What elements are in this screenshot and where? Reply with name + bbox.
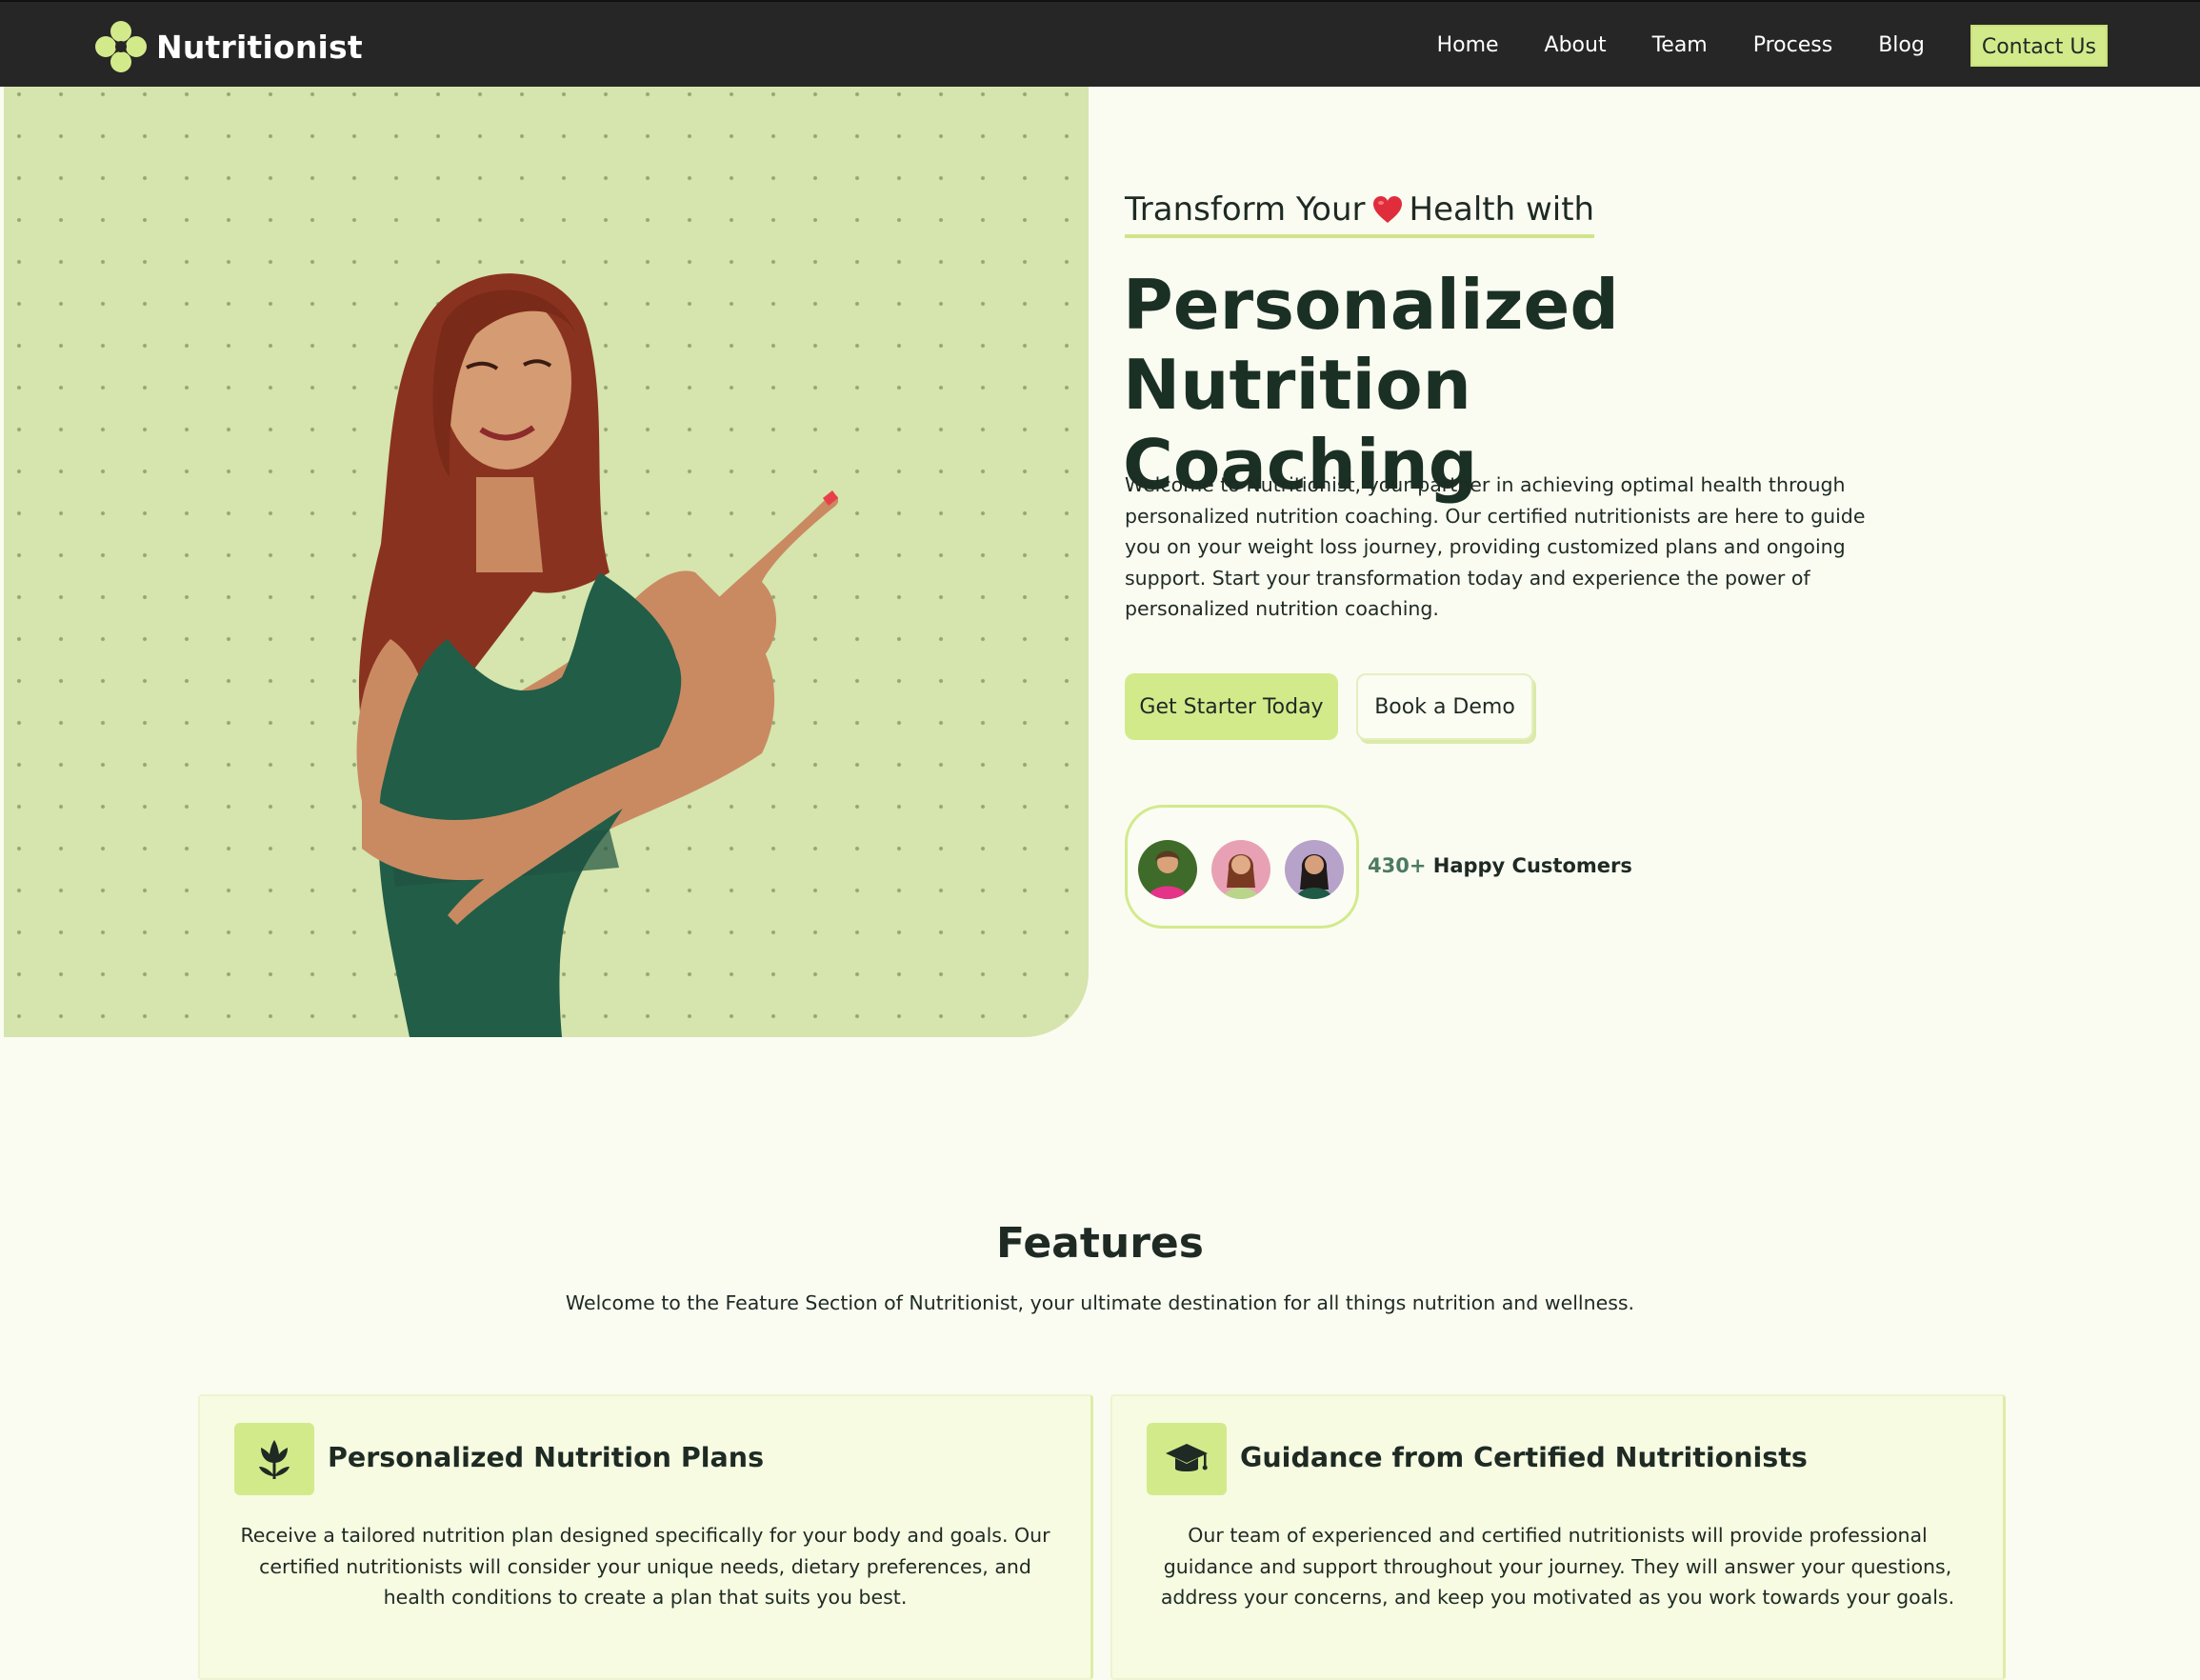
customer-avatar bbox=[1138, 840, 1197, 899]
feature-card-title: Personalized Nutrition Plans bbox=[328, 1442, 765, 1473]
hero-eyebrow: Transform Your Health with bbox=[1125, 190, 1595, 238]
hero-description: Welcome to Nutritionist, your partner in… bbox=[1125, 473, 1866, 620]
hero-title-line-1: Personalized Nutrition bbox=[1123, 265, 1619, 425]
customer-avatar bbox=[1285, 840, 1344, 899]
feature-card-text: Receive a tailored nutrition plan design… bbox=[240, 1524, 1050, 1609]
feature-card: Guidance from Certified Nutritionists Ou… bbox=[1110, 1394, 2006, 1680]
feature-card-text: Our team of experienced and certified nu… bbox=[1160, 1524, 1955, 1609]
happy-customers-text: 430+ Happy Customers bbox=[1368, 854, 1632, 877]
feature-icon-box bbox=[234, 1423, 314, 1495]
customers-count: 430+ bbox=[1368, 854, 1427, 877]
nav-link-about[interactable]: About bbox=[1545, 25, 1607, 67]
top-navbar: Nutritionist Home About Team Process Blo… bbox=[0, 0, 2200, 87]
feature-icon-box bbox=[1147, 1423, 1227, 1495]
eyebrow-text-start: Transform Your bbox=[1125, 190, 1366, 229]
customer-avatar bbox=[1211, 840, 1270, 899]
hero-image-panel bbox=[4, 87, 1089, 1037]
eyebrow-text-end: Health with bbox=[1409, 190, 1595, 229]
features-subtitle: Welcome to the Feature Section of Nutrit… bbox=[565, 1291, 1635, 1314]
hero-woman-photo bbox=[356, 273, 838, 1037]
brand-logo[interactable]: Nutritionist bbox=[93, 19, 363, 74]
customers-label: Happy Customers bbox=[1432, 854, 1632, 877]
heart-icon bbox=[1372, 196, 1402, 223]
feature-card-title: Guidance from Certified Nutritionists bbox=[1240, 1442, 1808, 1473]
feature-card: Personalized Nutrition Plans Receive a t… bbox=[198, 1394, 1093, 1680]
contact-us-button[interactable]: Contact Us bbox=[1970, 25, 2108, 67]
clover-logo-icon bbox=[95, 21, 147, 72]
brand-name: Nutritionist bbox=[156, 28, 363, 66]
nav-link-blog[interactable]: Blog bbox=[1878, 25, 1925, 67]
nav-link-team[interactable]: Team bbox=[1652, 25, 1708, 67]
nav-link-process[interactable]: Process bbox=[1753, 25, 1832, 67]
book-demo-button[interactable]: Book a Demo bbox=[1356, 673, 1533, 740]
nav-links: Home About Team Process Blog Contact Us bbox=[1391, 25, 2108, 67]
get-started-button[interactable]: Get Starter Today bbox=[1125, 673, 1338, 740]
nav-link-home[interactable]: Home bbox=[1437, 25, 1499, 67]
flower-icon bbox=[259, 1440, 290, 1479]
features-title: Features bbox=[996, 1219, 1204, 1268]
customer-avatars bbox=[1125, 805, 1359, 929]
graduation-cap-icon bbox=[1166, 1444, 1208, 1471]
